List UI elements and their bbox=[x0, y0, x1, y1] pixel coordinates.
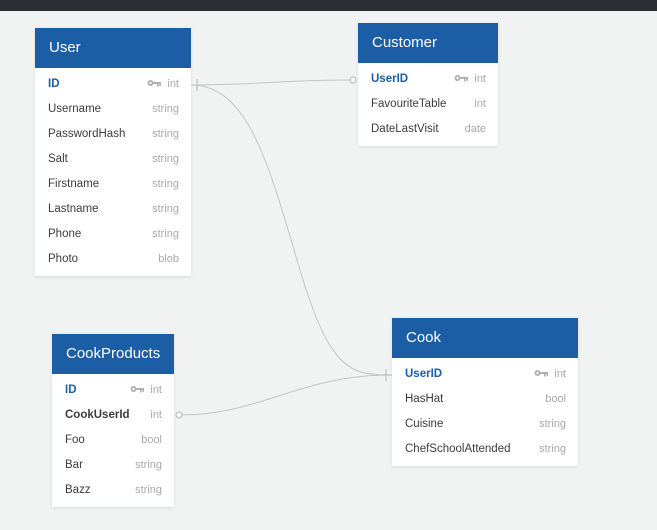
field-name: FavouriteTable bbox=[371, 98, 447, 110]
field-row[interactable]: Photo blob bbox=[35, 247, 191, 272]
field-name: ID bbox=[65, 384, 77, 396]
field-type: bool bbox=[545, 393, 566, 405]
table-cookproducts[interactable]: CookProducts ID int CookUserId int Foo b… bbox=[52, 334, 174, 507]
field-type-label: int bbox=[554, 368, 566, 380]
field-type-label: int bbox=[150, 384, 162, 396]
field-type: blob bbox=[158, 253, 179, 265]
field-name: PasswordHash bbox=[48, 128, 126, 140]
relation-user-customer bbox=[190, 79, 351, 86]
field-row[interactable]: Bazz string bbox=[52, 478, 174, 503]
field-name: CookUserId bbox=[65, 409, 130, 421]
field-name: UserID bbox=[405, 368, 443, 380]
field-name: HasHat bbox=[405, 393, 444, 405]
key-icon bbox=[534, 369, 549, 377]
field-type: bool bbox=[141, 434, 162, 446]
key-icon bbox=[454, 74, 469, 82]
field-name: ChefSchoolAttended bbox=[405, 443, 511, 455]
field-type-label: int bbox=[474, 73, 486, 85]
many-marker-cookproducts bbox=[175, 411, 183, 419]
key-icon bbox=[130, 385, 145, 393]
field-name: Lastname bbox=[48, 203, 99, 215]
field-row[interactable]: Bar string bbox=[52, 453, 174, 478]
field-row[interactable]: ID int bbox=[52, 378, 174, 403]
many-marker-customer bbox=[349, 76, 357, 84]
table-title-customer[interactable]: Customer bbox=[358, 23, 498, 63]
field-type: string bbox=[152, 203, 179, 215]
field-name: Photo bbox=[48, 253, 79, 265]
table-title-user[interactable]: User bbox=[35, 28, 191, 68]
field-row[interactable]: Firstname string bbox=[35, 172, 191, 197]
field-type: string bbox=[539, 418, 566, 430]
field-type: int bbox=[474, 98, 486, 110]
field-list-cook: UserID int HasHat bool Cuisine string Ch… bbox=[392, 358, 578, 466]
field-row[interactable]: Foo bool bbox=[52, 428, 174, 453]
field-row[interactable]: PasswordHash string bbox=[35, 122, 191, 147]
field-name: DateLastVisit bbox=[371, 123, 439, 135]
field-name: Foo bbox=[65, 434, 85, 446]
field-type: string bbox=[152, 128, 179, 140]
field-row[interactable]: Cuisine string bbox=[392, 412, 578, 437]
field-row[interactable]: UserID int bbox=[358, 67, 498, 92]
relation-cookproducts-cook bbox=[180, 374, 391, 416]
field-list-user: ID int Username string PasswordHash stri… bbox=[35, 68, 191, 276]
field-type: int bbox=[534, 362, 566, 387]
field-name: Salt bbox=[48, 153, 68, 165]
field-type: string bbox=[152, 153, 179, 165]
field-name: ID bbox=[48, 78, 60, 90]
field-type: date bbox=[464, 123, 486, 135]
field-name: Cuisine bbox=[405, 418, 444, 430]
field-name: UserID bbox=[371, 73, 409, 85]
field-name: Bazz bbox=[65, 484, 91, 496]
field-name: Username bbox=[48, 103, 102, 115]
table-title-cook[interactable]: Cook bbox=[392, 318, 578, 358]
field-name: Bar bbox=[65, 459, 83, 471]
field-row[interactable]: HasHat bool bbox=[392, 387, 578, 412]
field-row[interactable]: UserID int bbox=[392, 362, 578, 387]
field-name: Phone bbox=[48, 228, 82, 240]
table-cook[interactable]: Cook UserID int HasHat bool Cuisine stri… bbox=[392, 318, 578, 466]
field-type: int bbox=[147, 72, 179, 97]
field-row[interactable]: Phone string bbox=[35, 222, 191, 247]
field-row[interactable]: ID int bbox=[35, 72, 191, 97]
key-icon bbox=[147, 79, 162, 87]
field-type: int bbox=[454, 67, 486, 92]
field-type: string bbox=[135, 459, 162, 471]
field-type: int bbox=[150, 409, 162, 421]
field-row[interactable]: Salt string bbox=[35, 147, 191, 172]
field-type: string bbox=[539, 443, 566, 455]
field-type: int bbox=[130, 378, 162, 403]
field-type: string bbox=[135, 484, 162, 496]
field-type: string bbox=[152, 228, 179, 240]
field-type-label: int bbox=[167, 78, 179, 90]
field-name: Firstname bbox=[48, 178, 100, 190]
field-type: string bbox=[152, 103, 179, 115]
field-row[interactable]: ChefSchoolAttended string bbox=[392, 437, 578, 462]
field-list-customer: UserID int FavouriteTable int DateLastVi… bbox=[358, 63, 498, 146]
table-user[interactable]: User ID int Username string PasswordHash… bbox=[35, 28, 191, 276]
field-list-cookproducts: ID int CookUserId int Foo bool Bar strin… bbox=[52, 374, 174, 507]
field-row[interactable]: CookUserId int bbox=[52, 403, 174, 428]
field-row[interactable]: DateLastVisit date bbox=[358, 117, 498, 142]
field-row[interactable]: FavouriteTable int bbox=[358, 92, 498, 117]
field-row[interactable]: Lastname string bbox=[35, 197, 191, 222]
table-title-cookproducts[interactable]: CookProducts bbox=[52, 334, 174, 374]
table-customer[interactable]: Customer UserID int FavouriteTable int D… bbox=[358, 23, 498, 146]
field-row[interactable]: Username string bbox=[35, 97, 191, 122]
field-type: string bbox=[152, 178, 179, 190]
